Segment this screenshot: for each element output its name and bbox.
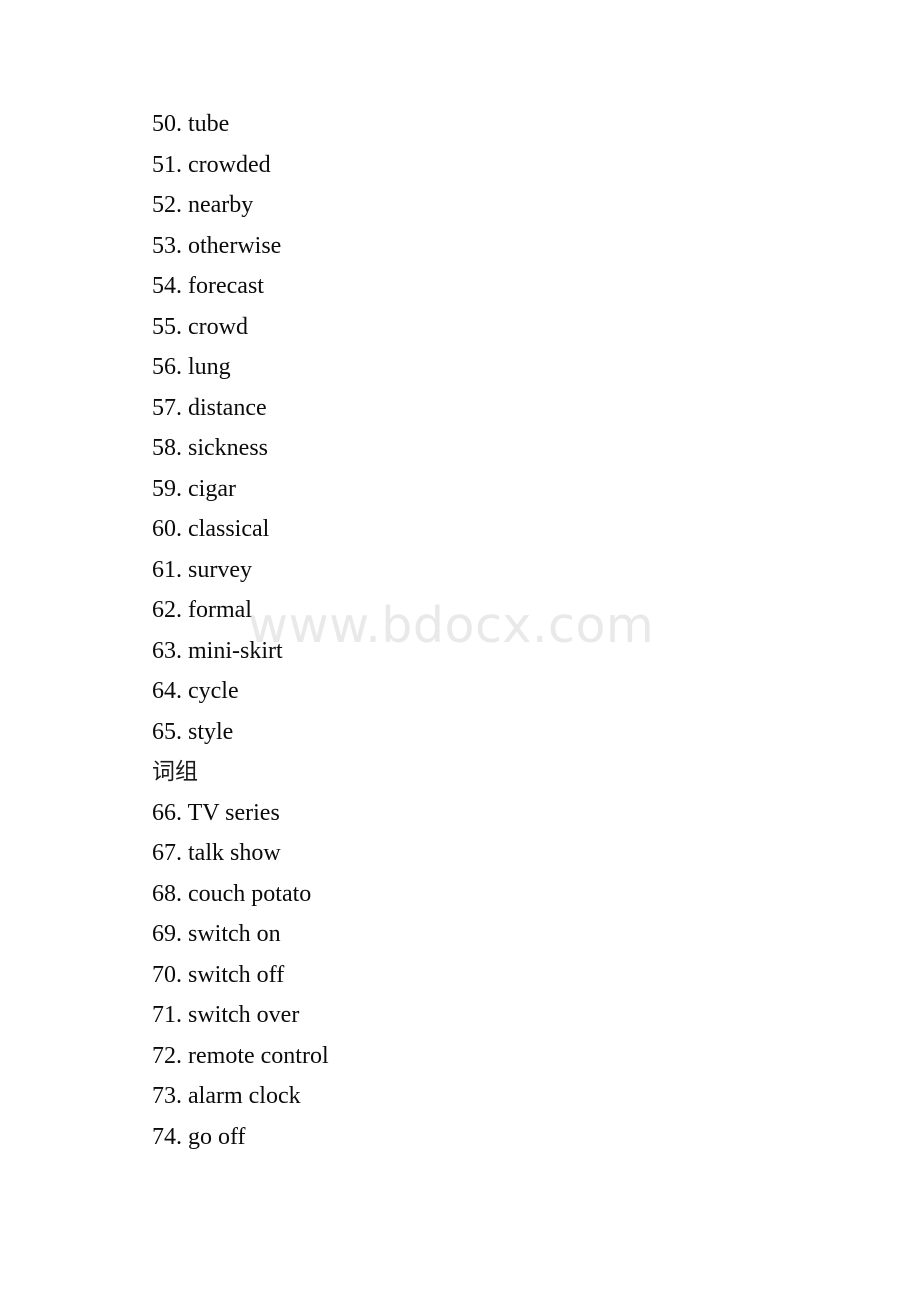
- vocabulary-item: 63. mini-skirt: [152, 631, 852, 672]
- vocabulary-item: 56. lung: [152, 347, 852, 388]
- item-term: TV series: [187, 799, 280, 826]
- section-heading: 词组: [152, 759, 198, 785]
- vocabulary-item: 69. switch on: [152, 914, 852, 955]
- item-term: cigar: [188, 475, 236, 502]
- vocabulary-item: 52. nearby: [152, 185, 852, 226]
- item-term: survey: [188, 556, 252, 583]
- vocabulary-item: 58. sickness: [152, 428, 852, 469]
- item-number: 63.: [152, 637, 182, 664]
- vocabulary-item: 67. talk show: [152, 833, 852, 874]
- item-term: forecast: [188, 273, 264, 299]
- item-term: alarm clock: [188, 1083, 301, 1109]
- vocabulary-item: 73. alarm clock: [152, 1076, 852, 1117]
- item-number: 60.: [152, 516, 182, 542]
- vocabulary-item: 68. couch potato: [152, 874, 852, 915]
- vocabulary-item: 50. tube: [152, 104, 852, 145]
- item-number: 59.: [152, 475, 182, 502]
- vocabulary-item: 74. go off: [152, 1117, 852, 1158]
- vocabulary-item: 53. otherwise: [152, 226, 852, 267]
- vocabulary-item: 61. survey: [152, 550, 852, 591]
- item-number: 52.: [152, 192, 182, 218]
- item-number: 61.: [152, 556, 182, 583]
- vocabulary-item: 71. switch over: [152, 995, 852, 1036]
- vocabulary-item: 57. distance: [152, 388, 852, 429]
- vocabulary-item: 66. TV series: [152, 793, 852, 834]
- vocabulary-item: 70. switch off: [152, 955, 852, 996]
- item-number: 66.: [152, 799, 182, 826]
- vocabulary-item: 65. style: [152, 712, 852, 753]
- item-number: 64.: [152, 678, 182, 704]
- item-term: talk show: [188, 840, 281, 866]
- item-number: 57.: [152, 394, 182, 421]
- item-term: sickness: [188, 435, 268, 461]
- item-number: 53.: [152, 232, 182, 259]
- item-term: nearby: [188, 192, 254, 218]
- item-number: 72.: [152, 1042, 182, 1069]
- vocabulary-list: 50. tube 51. crowded 52. nearby 53. otherwi…: [152, 104, 852, 1157]
- item-term: style: [188, 718, 234, 745]
- vocabulary-item: 62. formal: [152, 590, 852, 631]
- item-term: switch off: [188, 961, 285, 988]
- vocabulary-item: 55. crowd: [152, 307, 852, 348]
- item-term: formal: [188, 597, 252, 623]
- vocabulary-item: 59. cigar: [152, 469, 852, 510]
- item-number: 70.: [152, 961, 182, 988]
- vocabulary-item: 72. remote control: [152, 1036, 852, 1077]
- item-number: 65.: [152, 718, 182, 745]
- item-term: classical: [188, 516, 270, 542]
- item-term: switch on: [188, 921, 281, 947]
- vocabulary-item: 64. cycle: [152, 671, 852, 712]
- item-number: 58.: [152, 435, 182, 461]
- vocabulary-item: 60. classical: [152, 509, 852, 550]
- item-number: 69.: [152, 921, 182, 947]
- item-number: 67.: [152, 840, 182, 866]
- item-number: 55.: [152, 313, 182, 340]
- item-number: 71.: [152, 1002, 182, 1028]
- vocabulary-item: 54. forecast: [152, 266, 852, 307]
- document-page: www.bdocx.com 50. tube 51. crowded 52. nea…: [0, 0, 920, 1302]
- item-term: remote control: [188, 1042, 329, 1069]
- item-number: 73.: [152, 1083, 182, 1109]
- item-number: 62.: [152, 597, 182, 623]
- item-term: crowd: [188, 313, 248, 340]
- item-term: lung: [188, 354, 231, 380]
- item-term: couch potato: [188, 880, 312, 907]
- item-number: 74.: [152, 1123, 182, 1150]
- item-term: cycle: [188, 678, 239, 704]
- vocabulary-item: 51. crowded: [152, 145, 852, 186]
- item-term: distance: [188, 394, 267, 421]
- item-term: otherwise: [188, 232, 282, 259]
- item-term: mini-skirt: [188, 637, 283, 664]
- item-term: tube: [188, 111, 230, 137]
- item-term: switch over: [188, 1002, 300, 1028]
- item-term: go off: [188, 1123, 246, 1150]
- item-number: 50.: [152, 111, 182, 137]
- item-number: 51.: [152, 151, 182, 178]
- item-term: crowded: [188, 151, 271, 178]
- item-number: 54.: [152, 273, 182, 299]
- item-number: 68.: [152, 880, 182, 907]
- item-number: 56.: [152, 354, 182, 380]
